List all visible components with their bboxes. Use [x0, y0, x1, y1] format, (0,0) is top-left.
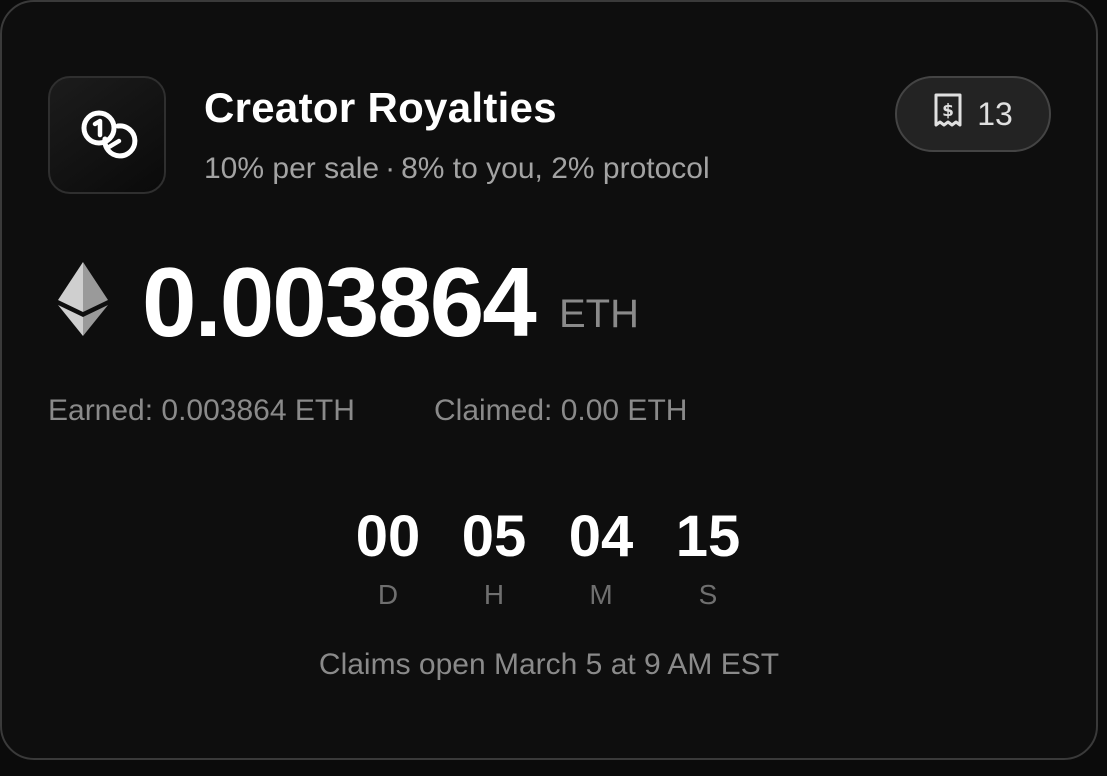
countdown-hours-label: H	[483, 579, 505, 610]
balance-unit: ETH	[559, 292, 639, 336]
countdown-days-label: D	[377, 579, 399, 610]
royalty-balance-amount: 0.003864	[142, 247, 537, 357]
coins-icon	[48, 76, 166, 194]
countdown-days-value: 00	[355, 504, 421, 569]
svg-text:$: $	[942, 101, 954, 121]
countdown-days: 00 D	[338, 504, 438, 612]
receipt-icon: $	[933, 93, 963, 135]
countdown-seconds-value: 15	[675, 504, 741, 569]
countdown-minutes: 04 M	[551, 504, 651, 612]
ethereum-icon	[58, 262, 108, 336]
subtitle-separator: ·	[385, 152, 396, 185]
royalty-rate: 10% per sale	[204, 152, 380, 185]
countdown-minutes-label: M	[589, 579, 613, 610]
countdown-seconds: 15 S	[658, 504, 758, 612]
receipt-count: 13	[977, 95, 1013, 132]
receipts-button[interactable]: $ 13	[895, 76, 1051, 152]
card-title: Creator Royalties	[204, 84, 557, 131]
royalties-card: Creator Royalties 10% per sale · 8% to you…	[0, 0, 1098, 760]
earned-total: Earned: 0.003864 ETH	[48, 394, 355, 427]
countdown-minutes-value: 04	[568, 504, 634, 569]
countdown-hours: 05 H	[444, 504, 544, 612]
claimed-total: Claimed: 0.00 ETH	[434, 394, 688, 427]
countdown-seconds-label: S	[698, 579, 718, 610]
royalty-rate-subtitle: 10% per sale · 8% to you, 2% protocol	[204, 152, 710, 186]
claims-open-note: Claims open March 5 at 9 AM EST	[318, 648, 780, 681]
royalty-split: 8% to you, 2% protocol	[401, 152, 710, 185]
countdown-hours-value: 05	[461, 504, 527, 569]
